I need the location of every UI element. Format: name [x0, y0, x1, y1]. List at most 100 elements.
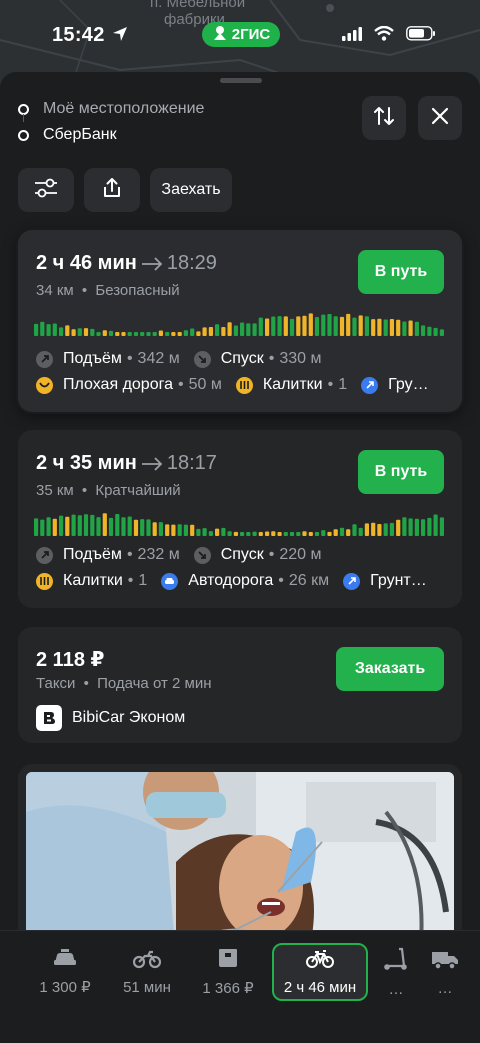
wifi-icon: [374, 25, 394, 46]
close-button[interactable]: [418, 96, 462, 140]
transport-mode-bar: 1 300 ₽ 51 мин 1 366 ₽ 2 ч 46 мин … …: [0, 930, 480, 1043]
climb-label: Подъём: [63, 350, 122, 367]
route-summary: 34 км • Безопасный: [36, 282, 180, 299]
mode-truck[interactable]: …: [424, 943, 466, 1001]
origin-label: Моё местоположение: [43, 100, 205, 117]
elevation-bar: [215, 528, 220, 536]
condition-label: Плохая дорога: [63, 376, 173, 393]
taxi-card[interactable]: 2 118 ₽ Такси • Подача от 2 мин BibiCar …: [18, 627, 462, 743]
elevation-bar: [46, 324, 51, 336]
share-icon: [100, 176, 124, 205]
dirt-road-icon: [361, 376, 379, 394]
elevation-bar: [414, 321, 419, 336]
elevation-bar: [177, 332, 182, 336]
clock: 15:42: [52, 24, 105, 46]
elevation-bar: [127, 332, 132, 336]
elevation-bar: [346, 313, 351, 336]
elevation-bar: [158, 522, 163, 536]
duration-text: 2 ч 46 мин: [36, 252, 137, 274]
descent-label: Спуск: [220, 546, 264, 563]
elevation-bar: [314, 532, 320, 536]
elevation-bar: [321, 314, 326, 336]
elevation-bar: [115, 514, 120, 536]
mode-taxi[interactable]: 1 300 ₽: [28, 943, 102, 1001]
mode-bicycle[interactable]: 2 ч 46 мин: [272, 943, 368, 1001]
elevation-bar: [402, 517, 407, 536]
share-button[interactable]: [84, 168, 140, 212]
climb-icon: [36, 546, 53, 564]
route-settings-button[interactable]: [18, 168, 74, 212]
route-duration: 2 ч 46 мин 18:29: [36, 252, 217, 275]
elevation-bar: [196, 331, 201, 336]
system-icons: [342, 25, 436, 46]
elevation-bar: [427, 326, 432, 336]
destination-dot-icon: [18, 129, 29, 141]
elevation-bar: [371, 522, 376, 536]
map-label: п. Мебельной: [150, 0, 246, 11]
elevation-bar: [277, 316, 282, 336]
elevation-bar: [439, 329, 444, 336]
origin-point[interactable]: Моё местоположение: [18, 96, 204, 122]
condition-label: Калитки: [63, 572, 123, 589]
route-card[interactable]: 2 ч 46 мин 18:29 34 км • Безопасный В пу…: [18, 230, 462, 412]
descent-value: 220 м: [279, 546, 322, 563]
elevation-bar: [277, 532, 282, 536]
taxi-provider: BibiCar Эконом: [36, 705, 185, 731]
mode-label: …: [388, 980, 404, 998]
elevation-bar: [215, 324, 220, 336]
go-button[interactable]: В путь: [358, 250, 444, 294]
elevation-bar: [90, 328, 95, 336]
elevation-bar: [339, 527, 345, 536]
elevation-info: Подъём • 342 м Спуск • 330 м: [36, 350, 321, 368]
mode-motorcycle[interactable]: 51 мин: [112, 943, 182, 1001]
route-distance: 34 км: [36, 282, 74, 299]
sliders-icon: [33, 177, 59, 204]
elevation-bar: [289, 532, 295, 536]
swap-points-button[interactable]: [362, 96, 406, 140]
elevation-bar: [102, 330, 107, 336]
destination-point[interactable]: СберБанк: [18, 122, 204, 148]
elevation-bar: [152, 522, 157, 536]
descent-icon: [193, 546, 211, 564]
route-tools: Заехать: [18, 168, 232, 212]
condition-value: 1: [138, 572, 148, 589]
mode-label: 51 мин: [123, 978, 171, 996]
elevation-bar: [258, 317, 263, 336]
descent-label: Спуск: [220, 350, 264, 367]
elevation-bar: [227, 531, 232, 536]
condition-label: Автодорога: [188, 572, 274, 589]
elevation-bar: [90, 514, 95, 536]
elevation-bar: [327, 314, 332, 336]
gate-icon: [235, 376, 253, 394]
descent-icon: [193, 350, 211, 368]
route-card[interactable]: 2 ч 35 мин 18:17 35 км • Кратчайший В пу…: [18, 430, 462, 608]
elevation-bar: [402, 321, 407, 336]
elevation-bar: [115, 332, 120, 336]
order-taxi-button[interactable]: Заказать: [336, 647, 444, 691]
elevation-bar: [421, 325, 426, 336]
elevation-bar: [383, 319, 388, 336]
elevation-bar: [364, 316, 369, 336]
destination-label: СберБанк: [43, 126, 117, 143]
condition-value: 26 км: [288, 572, 330, 589]
duration-text: 2 ч 35 мин: [36, 452, 137, 474]
route-connector: [23, 114, 24, 122]
scooter-icon: [383, 947, 409, 975]
elevation-bar: [396, 319, 401, 336]
add-stop-button[interactable]: Заехать: [150, 168, 232, 212]
elevation-bar: [246, 323, 251, 336]
sheet-grabber[interactable]: [220, 78, 262, 83]
climb-label: Подъём: [63, 546, 122, 563]
mode-delivery[interactable]: 1 366 ₽: [194, 943, 262, 1001]
motorcycle-icon: [132, 949, 162, 973]
elevation-bar: [427, 517, 432, 536]
road-conditions: Плохая дорога • 50 м Калитки • 1 Гру…: [36, 376, 429, 394]
route-summary: 35 км • Кратчайший: [36, 482, 181, 499]
brand-logo-icon: [212, 25, 228, 45]
go-button[interactable]: В путь: [358, 450, 444, 494]
elevation-bar: [333, 529, 338, 536]
elevation-bar: [171, 524, 176, 536]
elevation-bar: [296, 316, 301, 336]
elevation-bar: [133, 519, 139, 536]
mode-scooter[interactable]: …: [378, 943, 414, 1001]
